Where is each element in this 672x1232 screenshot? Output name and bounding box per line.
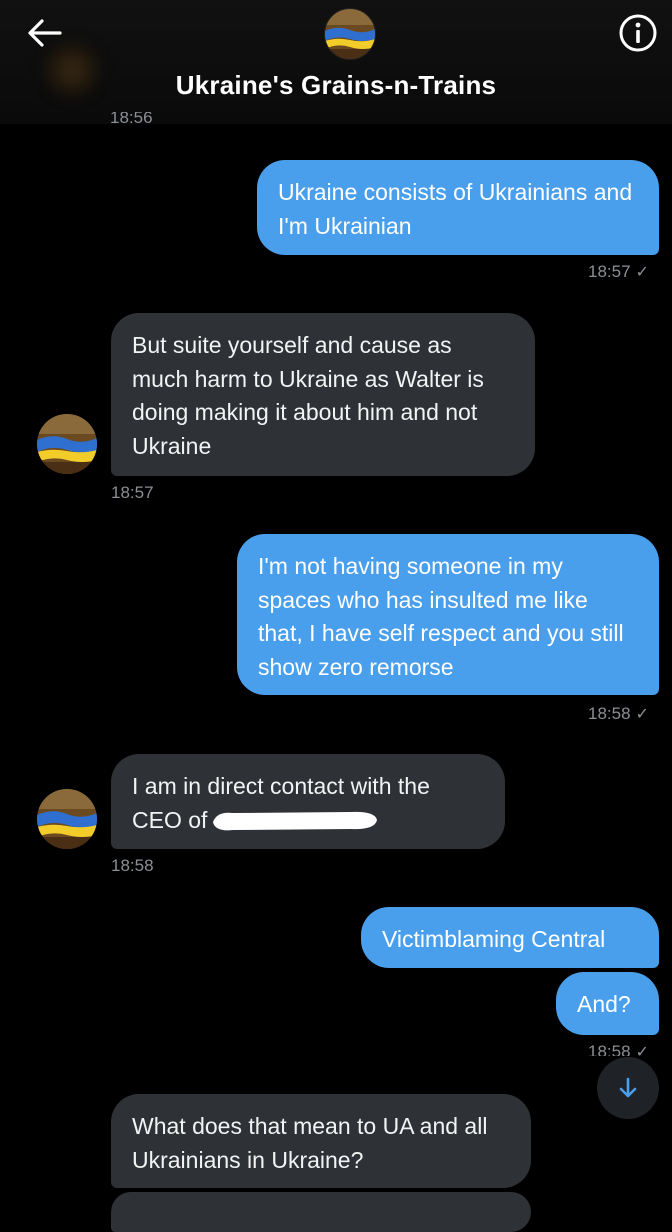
message-timestamp: 18:58 ✓ <box>588 704 649 724</box>
message-text-line: CEO of <box>132 804 484 838</box>
sent-check-icon: ✓ <box>635 706 649 723</box>
sent-check-icon: ✓ <box>635 1044 649 1056</box>
message-timestamp: 18:56 <box>110 112 153 124</box>
message-text: But suite yourself and cause as much har… <box>132 332 484 459</box>
sent-check-icon: ✓ <box>635 264 649 281</box>
sender-avatar[interactable] <box>37 789 97 849</box>
incoming-message[interactable]: What does that mean to UA and all Ukrain… <box>111 1094 531 1188</box>
outgoing-message[interactable]: Victimblaming Central <box>361 907 659 968</box>
arrow-left-icon <box>28 19 62 47</box>
scroll-to-bottom-button[interactable] <box>597 1057 659 1119</box>
message-timestamp: 18:57 ✓ <box>588 262 649 282</box>
message-timestamp: 18:58 ✓ <box>588 1042 649 1056</box>
message-timestamp: 18:58 <box>111 856 154 875</box>
conversation-info-button[interactable] <box>618 13 658 53</box>
incoming-message-partial[interactable] <box>111 1192 531 1232</box>
outgoing-message[interactable]: I'm not having someone in my spaces who … <box>237 534 659 695</box>
message-text: Victimblaming Central <box>382 926 606 952</box>
redaction-scribble <box>211 808 379 834</box>
message-text: I'm not having someone in my spaces who … <box>258 553 624 680</box>
timestamp-text: 18:58 <box>588 704 631 723</box>
timestamp-text: 18:57 <box>588 262 631 281</box>
info-icon <box>619 14 657 52</box>
message-text: Ukraine consists of Ukrainians and I'm U… <box>278 179 633 239</box>
message-timestamp: 18:57 <box>111 483 154 502</box>
arrow-down-icon <box>619 1077 637 1098</box>
conversation-title: Ukraine's Grains-n-Trains <box>175 70 497 100</box>
flag-avatar-image <box>325 9 375 59</box>
outgoing-message[interactable]: And? <box>556 972 659 1035</box>
conversation-header: Ukraine's Grains-n-Trains 18:56 <box>0 0 672 124</box>
message-text-line: I am in direct contact with the <box>132 773 430 799</box>
message-text: CEO of <box>132 806 208 833</box>
message-text: And? <box>577 991 631 1017</box>
flag-avatar-image <box>37 414 97 474</box>
back-button[interactable] <box>26 16 64 50</box>
message-text: What does that mean to UA and all Ukrain… <box>132 1113 488 1173</box>
conversation-avatar[interactable] <box>324 8 376 60</box>
incoming-message[interactable]: But suite yourself and cause as much har… <box>111 313 535 476</box>
outgoing-message[interactable]: Ukraine consists of Ukrainians and I'm U… <box>257 160 659 255</box>
flag-avatar-image <box>37 789 97 849</box>
incoming-message[interactable]: I am in direct contact with the CEO of <box>111 754 505 849</box>
sender-avatar[interactable] <box>37 414 97 474</box>
timestamp-text: 18:58 <box>588 1042 631 1056</box>
